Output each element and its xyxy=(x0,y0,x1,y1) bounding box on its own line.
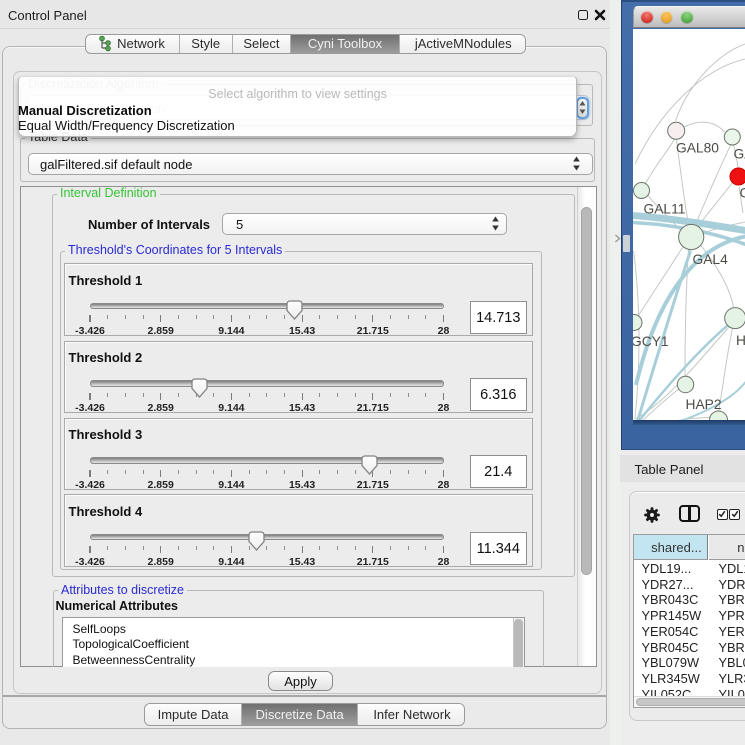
svg-text:C: C xyxy=(739,185,745,200)
svg-text:GAL80: GAL80 xyxy=(676,140,719,155)
svg-text:GAL11: GAL11 xyxy=(643,201,685,216)
svg-text:GAL4: GAL4 xyxy=(692,251,728,266)
svg-text:H: H xyxy=(736,333,745,348)
svg-text:GA: GA xyxy=(733,146,745,161)
svg-text:HAP2: HAP2 xyxy=(685,396,721,411)
svg-text:GCY1: GCY1 xyxy=(633,334,669,349)
